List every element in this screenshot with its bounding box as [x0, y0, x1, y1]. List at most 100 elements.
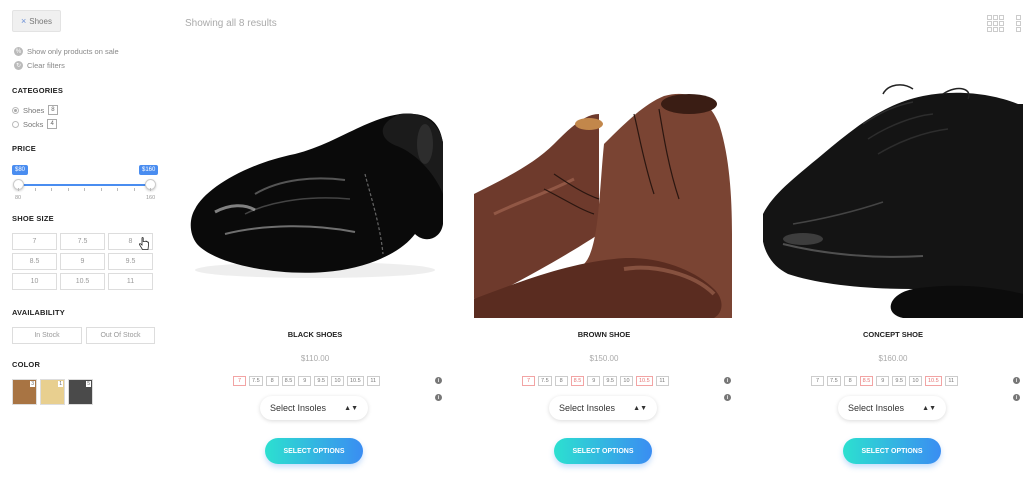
price-heading: PRICE [12, 144, 36, 153]
shoe-size-grid: 7 7.5 8 8.5 9 9.5 10 10.5 11 [12, 233, 154, 290]
size-chip[interactable]: 8 [265, 376, 279, 386]
size-chip[interactable]: 10 [619, 376, 633, 386]
info-icon[interactable]: i [1013, 377, 1020, 384]
color-swatch-tan[interactable]: 1 [40, 379, 65, 405]
category-item-shoes[interactable]: Shoes 8 [12, 105, 58, 115]
size-chip[interactable]: 8.5 [859, 376, 874, 386]
size-chip[interactable]: 10 [330, 376, 344, 386]
categories-heading: CATEGORIES [12, 86, 64, 95]
size-chip[interactable]: 10.5 [635, 376, 653, 386]
product-image[interactable] [185, 84, 445, 318]
color-swatch-brown[interactable]: 3 [12, 379, 37, 405]
size-option[interactable]: 7.5 [60, 233, 105, 250]
refresh-icon: ↻ [14, 61, 23, 70]
info-icon[interactable]: i [435, 377, 442, 384]
sale-only-toggle[interactable]: % Show only products on sale [14, 47, 119, 56]
size-chip[interactable]: 7 [522, 376, 535, 386]
size-option[interactable]: 7 [12, 233, 57, 250]
select-options-button[interactable]: SELECT OPTIONS [554, 438, 652, 464]
swatch-count: 1 [58, 381, 63, 387]
category-label: Shoes [23, 105, 45, 115]
swatch-count: 3 [30, 381, 35, 387]
size-chip[interactable]: 9.5 [603, 376, 617, 386]
close-icon[interactable]: × [21, 16, 26, 26]
size-chip[interactable]: 9 [587, 376, 601, 386]
insoles-select-value: Select Insoles [848, 403, 905, 413]
size-chip[interactable]: 11 [655, 376, 669, 386]
category-label: Socks [23, 119, 44, 129]
out-of-stock-button[interactable]: Out Of Stock [86, 327, 155, 344]
size-chip[interactable]: 7.5 [827, 376, 841, 386]
price-min-tag: $80 [12, 165, 29, 175]
swatch-count: 5 [86, 381, 91, 387]
size-chip[interactable]: 8 [554, 376, 568, 386]
price-slider-track[interactable] [18, 184, 151, 186]
product-size-list: 7 7.5 8 8.5 9 9.5 10 10.5 11 [233, 376, 380, 386]
size-option[interactable]: 11 [108, 273, 153, 290]
size-chip[interactable]: 11 [366, 376, 380, 386]
size-option[interactable]: 9.5 [108, 253, 153, 270]
availability-heading: AVAILABILITY [12, 308, 65, 317]
size-chip[interactable]: 8 [843, 376, 857, 386]
product-name[interactable]: BROWN SHOE [474, 330, 734, 339]
clear-filters-link[interactable]: ↻ Clear filters [14, 61, 65, 70]
size-chip[interactable]: 10.5 [346, 376, 364, 386]
size-chip[interactable]: 9 [876, 376, 890, 386]
color-heading: COLOR [12, 360, 41, 369]
product-name[interactable]: CONCEPT SHOE [763, 330, 1023, 339]
insoles-select-value: Select Insoles [559, 403, 616, 413]
product-image[interactable] [763, 84, 1023, 318]
product-price: $110.00 [300, 354, 330, 363]
size-chip[interactable]: 8.5 [570, 376, 585, 386]
radio-icon [12, 120, 19, 128]
info-icon[interactable]: i [724, 377, 731, 384]
size-chip[interactable]: 9.5 [314, 376, 328, 386]
category-item-socks[interactable]: Socks 4 [12, 119, 57, 129]
price-max-tag: $160 [139, 165, 159, 175]
price-min-label: 80 [15, 195, 22, 201]
size-option[interactable]: 10.5 [60, 273, 105, 290]
size-chip[interactable]: 7 [811, 376, 824, 386]
radio-icon [12, 106, 19, 114]
size-option[interactable]: 9 [60, 253, 105, 270]
sale-only-label: Show only products on sale [27, 47, 119, 56]
product-card: BLACK SHOES $110.00 7 7.5 8 8.5 9 9.5 10… [185, 84, 445, 488]
info-icon[interactable]: i [435, 394, 442, 401]
price-slider-ticks [18, 188, 151, 191]
select-options-button[interactable]: SELECT OPTIONS [265, 438, 363, 464]
info-icon[interactable]: i [724, 394, 731, 401]
insoles-select[interactable]: Select Insoles ▲▼ [838, 396, 946, 420]
color-swatch-dark-gray[interactable]: 5 [68, 379, 93, 405]
color-swatches: 3 1 5 [12, 379, 93, 405]
product-image[interactable] [474, 84, 734, 318]
in-stock-button[interactable]: In Stock [12, 327, 82, 344]
size-chip[interactable]: 7.5 [538, 376, 552, 386]
insoles-select-value: Select Insoles [270, 403, 327, 413]
product-name[interactable]: BLACK SHOES [185, 330, 445, 339]
active-filter-chip[interactable]: × Shoes [12, 10, 61, 32]
insoles-select[interactable]: Select Insoles ▲▼ [549, 396, 657, 420]
results-count: Showing all 8 results [185, 18, 277, 29]
size-chip[interactable]: 7 [233, 376, 246, 386]
grid-view-icon[interactable] [987, 15, 1004, 32]
active-filter-label: Shoes [29, 16, 52, 26]
size-chip[interactable]: 11 [944, 376, 958, 386]
size-chip[interactable]: 10.5 [924, 376, 942, 386]
size-chip[interactable]: 9.5 [892, 376, 906, 386]
filter-sidebar: × Shoes % Show only products on sale ↻ C… [0, 0, 170, 488]
category-count: 4 [47, 119, 57, 129]
info-icon[interactable]: i [1013, 394, 1020, 401]
size-chip[interactable]: 10 [908, 376, 922, 386]
price-max-label: 160 [146, 195, 156, 201]
list-view-icon[interactable] [1016, 15, 1021, 32]
size-chip[interactable]: 9 [298, 376, 312, 386]
size-chip[interactable]: 8.5 [281, 376, 296, 386]
size-chip[interactable]: 7.5 [249, 376, 263, 386]
product-card: BROWN SHOE $150.00 7 7.5 8 8.5 9 9.5 10 … [474, 84, 734, 488]
shoe-size-heading: SHOE SIZE [12, 214, 54, 223]
size-option[interactable]: 8.5 [12, 253, 57, 270]
insoles-select[interactable]: Select Insoles ▲▼ [260, 396, 368, 420]
clear-filters-label: Clear filters [27, 61, 65, 70]
size-option[interactable]: 10 [12, 273, 57, 290]
select-options-button[interactable]: SELECT OPTIONS [843, 438, 941, 464]
